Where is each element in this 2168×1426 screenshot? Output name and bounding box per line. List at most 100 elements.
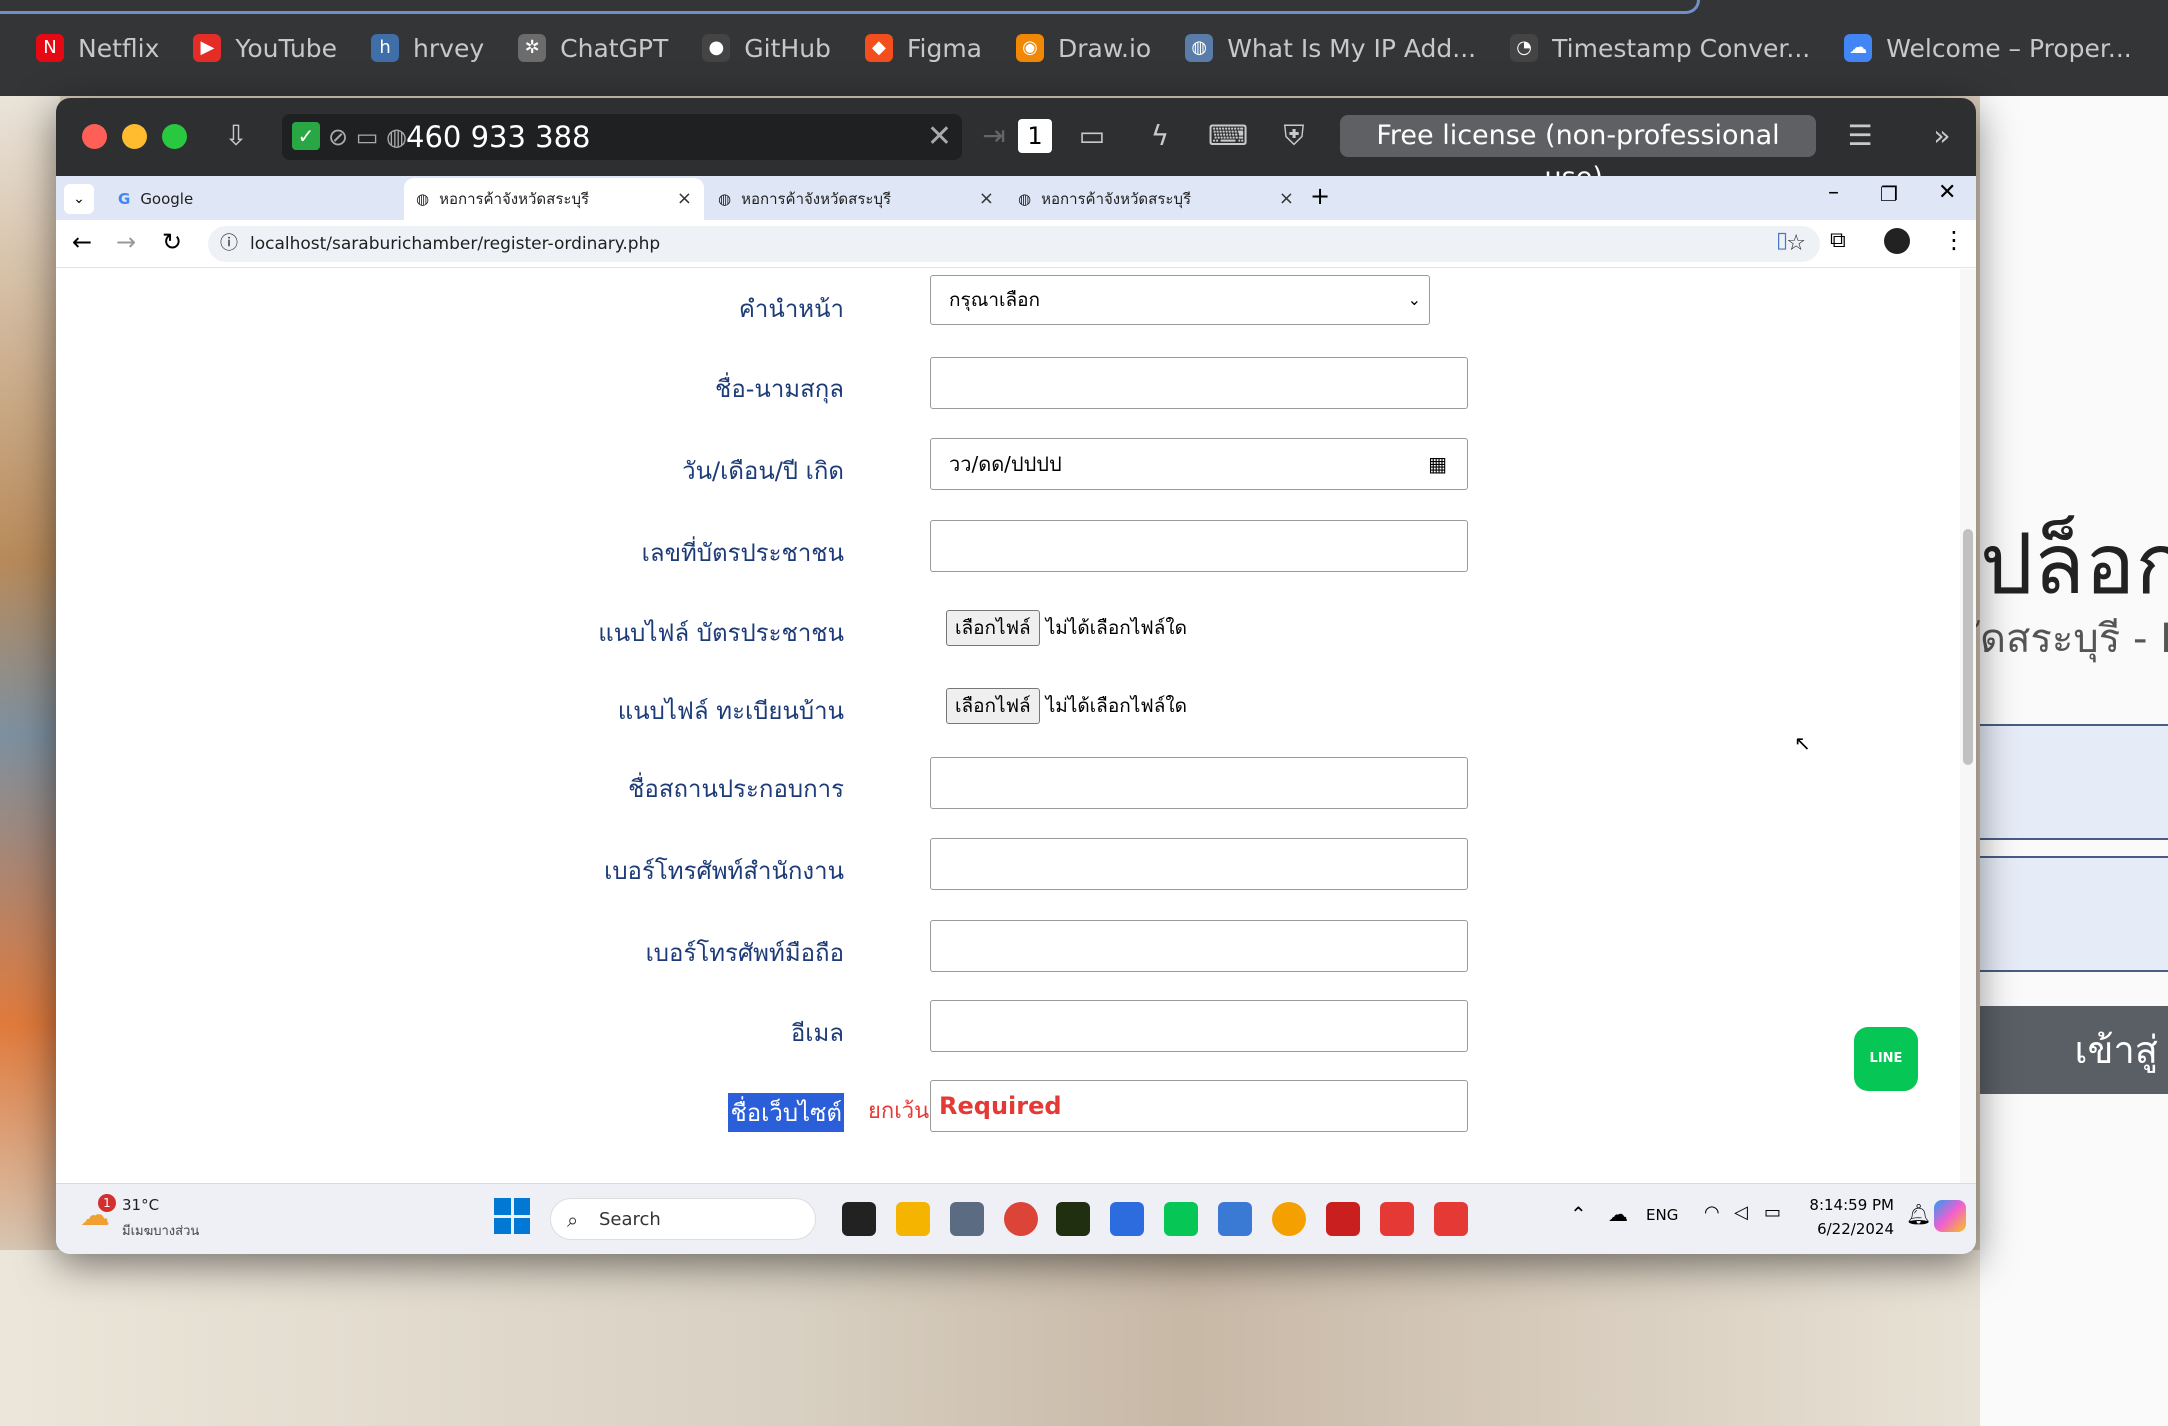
extension-icon[interactable]: ▯ <box>1776 228 1788 253</box>
bookmark-youtube[interactable]: ▶ YouTube <box>193 34 337 63</box>
bookmark-chatgpt[interactable]: ✲ ChatGPT <box>518 34 668 63</box>
close-tab-icon[interactable]: × <box>979 188 994 209</box>
license-badge: Free license (non-professional use). <box>1340 115 1816 193</box>
calculator-icon[interactable] <box>950 1202 984 1236</box>
tab-google[interactable]: G Google × <box>106 178 446 220</box>
profile-avatar[interactable] <box>1884 228 1910 254</box>
bookmark-hrvey[interactable]: h hrvey <box>371 34 484 63</box>
notepad-icon[interactable] <box>1110 1202 1144 1236</box>
task-view-icon[interactable] <box>842 1202 876 1236</box>
office-phone-input[interactable] <box>930 838 1468 890</box>
tab-chamber-2[interactable]: ◍ หอการค้าจังหวัดสระบุรี × <box>706 178 1006 220</box>
back-icon[interactable]: ← <box>72 228 92 256</box>
close-tab-icon[interactable]: × <box>677 188 692 209</box>
chrome-icon[interactable] <box>1004 1202 1038 1236</box>
line-chat-button[interactable]: LINE <box>1854 1027 1918 1091</box>
windows-start-icon[interactable] <box>494 1198 530 1234</box>
tab-chamber-active[interactable]: ◍ หอการค้าจังหวัดสระบุรี × <box>404 178 704 220</box>
keyboard-icon[interactable]: ⌨ <box>1208 118 1248 154</box>
shield-icon[interactable]: ⛨ <box>1276 118 1312 154</box>
address-bar[interactable]: ⓘ localhost/saraburichamber/register-ord… <box>208 226 1820 262</box>
netflix-icon: N <box>36 34 64 62</box>
action-icon[interactable]: ⇥ <box>976 118 1012 154</box>
bookmark-star-icon[interactable]: ☆ <box>1786 226 1806 262</box>
file-transfer-icon[interactable]: ⇩ <box>218 118 254 154</box>
photos-icon[interactable] <box>1218 1202 1252 1236</box>
figma-icon: ◆ <box>864 34 893 62</box>
choose-file-button[interactable]: เลือกไฟล์ <box>946 610 1040 646</box>
chrome-canary-icon[interactable] <box>1272 1202 1306 1236</box>
calendar-icon[interactable]: ▦ <box>1428 439 1447 489</box>
bookmark-label: hrvey <box>413 33 485 63</box>
bookmark-globe[interactable]: ◍ What Is My IP Add... <box>1185 34 1476 63</box>
bookmark-label: Welcome – Proper... <box>1886 33 2132 63</box>
wifi-icon[interactable]: ◠ <box>1704 1202 1720 1223</box>
tray-chevron-icon[interactable]: ⌃ <box>1570 1202 1587 1226</box>
background-browser-page: ปล็อกอิ ัดสระบุรี - E เข้าสู่ <box>1980 96 2168 1426</box>
website-input[interactable]: Required <box>930 1080 1468 1132</box>
tab-chamber-3[interactable]: ◍ หอการค้าจังหวัดสระบุรี × <box>1006 178 1306 220</box>
notification-bell-icon[interactable]: 🔔︎ <box>1906 1202 1931 1226</box>
bookmark-clock[interactable]: ◔ Timestamp Conver... <box>1510 34 1810 63</box>
copilot-icon[interactable] <box>1934 1200 1966 1232</box>
chevron-down-icon: ⌄ <box>1407 290 1421 309</box>
site-info-icon[interactable]: ⓘ <box>220 226 238 262</box>
weather-desc: มีเมฆบางส่วน <box>122 1224 200 1239</box>
tab-label: หอการค้าจังหวัดสระบุรี <box>439 190 590 208</box>
prefix-label: คำนำหน้า <box>738 295 844 323</box>
desktop-photo-left <box>0 96 60 1256</box>
kebab-menu-icon[interactable]: ⋮ <box>1942 226 1966 254</box>
idcard-input[interactable] <box>930 520 1468 572</box>
monitor-1-icon[interactable]: 1 <box>1018 119 1052 153</box>
volume-icon[interactable]: ◁ <box>1734 1202 1748 1223</box>
mobile-input[interactable] <box>930 920 1468 972</box>
bookmark-label: ChatGPT <box>560 33 669 63</box>
minimize-window-button[interactable] <box>122 124 147 149</box>
close-connection-icon[interactable]: ✕ <box>927 114 952 160</box>
page-scrollbar[interactable] <box>1960 269 1976 1183</box>
lightning-icon[interactable]: ϟ <box>1142 118 1178 154</box>
name-input[interactable] <box>930 357 1468 409</box>
close-browser-icon[interactable]: ✕ <box>1938 180 1956 205</box>
language-indicator[interactable]: ENG <box>1646 1206 1678 1224</box>
choose-file-button[interactable]: เลือกไฟล์ <box>946 688 1040 724</box>
expand-icon[interactable]: » <box>1924 118 1960 154</box>
filezilla-icon[interactable] <box>1326 1202 1360 1236</box>
close-window-button[interactable] <box>82 124 107 149</box>
bookmark-label: Draw.io <box>1058 33 1152 63</box>
file-explorer-icon[interactable] <box>896 1202 930 1236</box>
taskbar-search[interactable]: ⌕ Search <box>550 1198 816 1240</box>
email-input[interactable] <box>930 1000 1468 1052</box>
bookmark-cloud[interactable]: ☁ Welcome – Proper... <box>1844 33 2132 63</box>
forward-icon[interactable]: → <box>116 228 136 256</box>
bookmark-github[interactable]: ● GitHub <box>702 34 831 63</box>
line-app-icon[interactable] <box>1164 1202 1198 1236</box>
battery-icon[interactable]: ▭ <box>1764 1202 1781 1223</box>
anydesk-2-icon[interactable] <box>1434 1202 1468 1236</box>
connected-check-icon: ✓ <box>292 122 320 150</box>
prefix-select[interactable]: กรุณาเลือก ⌄ <box>930 275 1430 325</box>
close-tab-icon[interactable]: × <box>1279 188 1294 209</box>
restore-browser-icon[interactable]: ❐ <box>1880 182 1898 206</box>
clock-time[interactable]: 8:14:59 PM <box>1798 1196 1894 1214</box>
menu-icon[interactable]: ☰ <box>1842 118 1878 154</box>
reload-icon[interactable]: ↻ <box>162 228 182 256</box>
scrollbar-thumb[interactable] <box>1963 529 1973 765</box>
tab-search-icon[interactable]: ⌄ <box>64 184 94 214</box>
extensions-puzzle-icon[interactable]: ⧉ <box>1830 228 1846 253</box>
display-icon[interactable]: ▭ <box>1074 118 1110 154</box>
anydesk-icon[interactable] <box>1380 1202 1414 1236</box>
new-tab-button[interactable]: + <box>1310 182 1330 210</box>
maximize-window-button[interactable] <box>162 124 187 149</box>
business-input[interactable] <box>930 757 1468 809</box>
clock-date[interactable]: 6/22/2024 <box>1798 1220 1894 1238</box>
bookmark-drawio[interactable]: ◉ Draw.io <box>1016 34 1151 63</box>
bookmark-netflix[interactable]: N Netflix <box>36 34 159 63</box>
dob-input[interactable]: วว/ดด/ปปปป ▦ <box>930 438 1468 490</box>
cloud-icon: ☁ <box>1844 34 1873 62</box>
dreamweaver-icon[interactable] <box>1056 1202 1090 1236</box>
background-login-button: เข้าสู่ <box>1980 1006 2168 1094</box>
bookmark-figma[interactable]: ◆ Figma <box>864 34 982 63</box>
minimize-browser-icon[interactable]: – <box>1828 180 1839 205</box>
onedrive-icon[interactable]: ☁ <box>1608 1202 1628 1226</box>
